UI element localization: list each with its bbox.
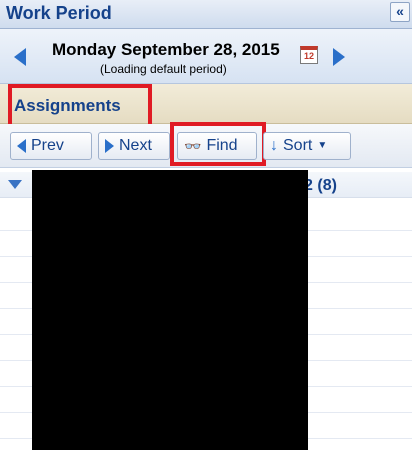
redacted-area <box>32 170 308 450</box>
prev-button-label: Prev <box>31 137 64 154</box>
chevron-down-icon: ▼ <box>317 140 328 151</box>
prev-arrow-icon <box>17 139 26 153</box>
sort-button-label: Sort <box>283 137 313 154</box>
sort-down-arrow-icon: ↓ <box>270 137 278 154</box>
calendar-icon[interactable]: 12 <box>300 46 318 64</box>
find-highlight-box <box>170 122 266 166</box>
work-period-title: Work Period <box>6 3 112 23</box>
next-button[interactable]: Next <box>98 132 170 160</box>
date-loading-subtext: (Loading default period) <box>100 62 227 76</box>
next-date-arrow-icon[interactable] <box>333 48 345 66</box>
assignments-highlight-box <box>8 84 152 128</box>
sort-button[interactable]: ↓ Sort ▼ <box>263 132 351 160</box>
previous-date-arrow-icon[interactable] <box>14 48 26 66</box>
next-arrow-icon <box>105 139 114 153</box>
current-date-label: Monday September 28, 2015 <box>52 40 280 59</box>
prev-button[interactable]: Prev <box>10 132 92 160</box>
expand-triangle-icon[interactable] <box>8 180 22 189</box>
next-button-label: Next <box>119 137 152 154</box>
collapse-panel-button[interactable]: « <box>390 2 410 22</box>
